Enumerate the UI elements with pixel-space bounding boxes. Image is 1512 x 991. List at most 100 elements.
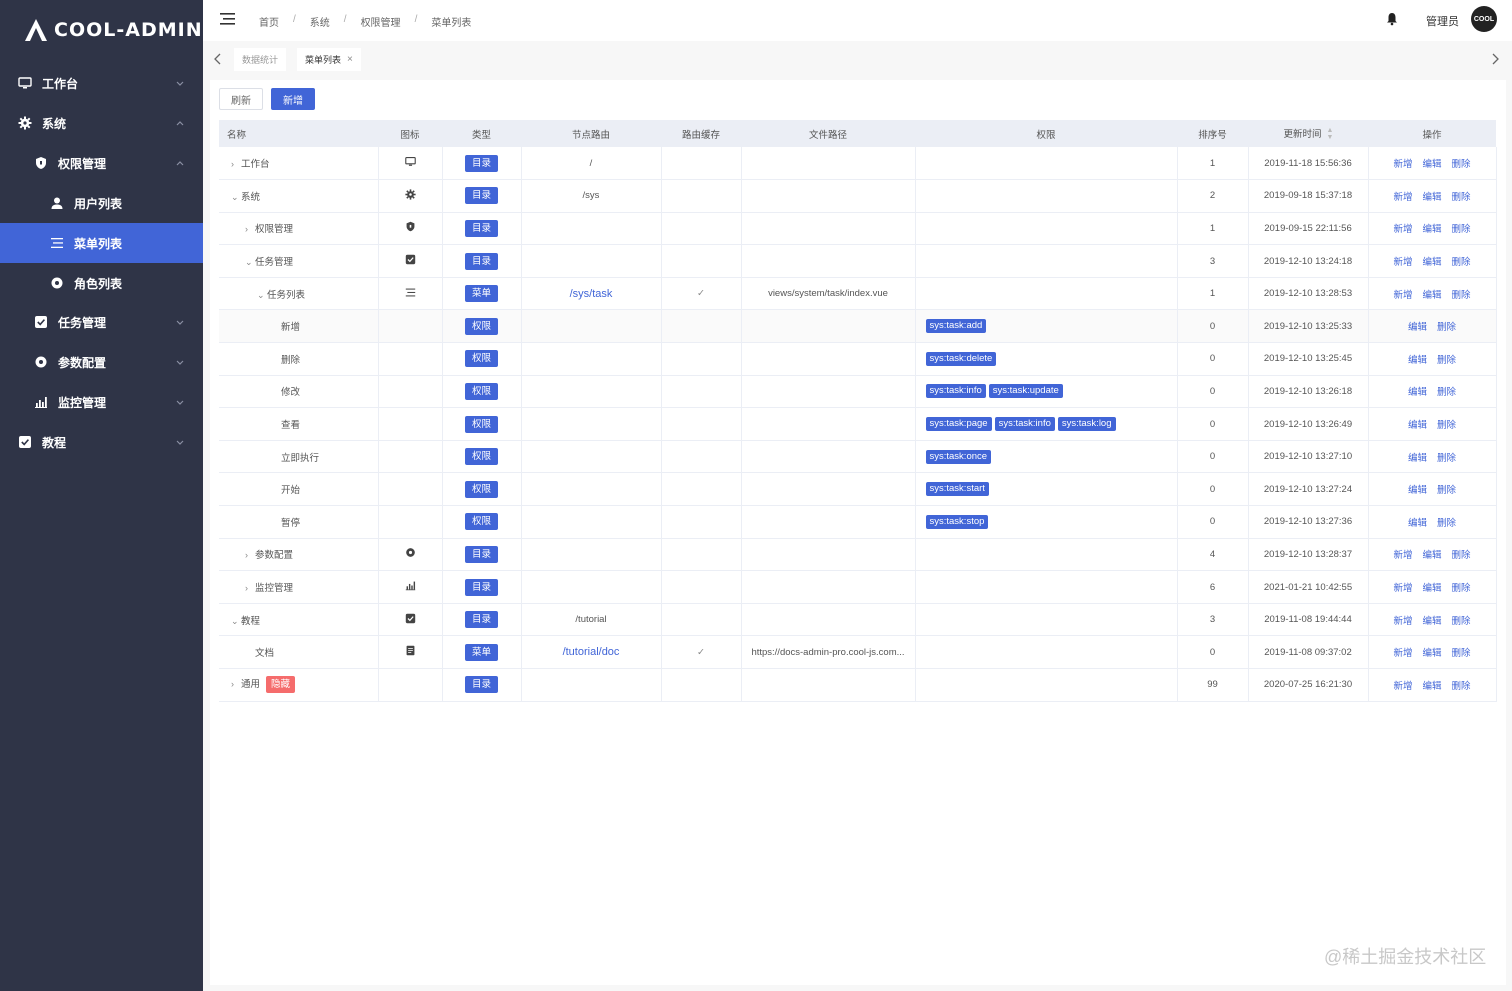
row-delete-button[interactable]: 删除	[1437, 387, 1456, 398]
row-edit-button[interactable]: 编辑	[1408, 485, 1427, 496]
table-row[interactable]: 删除 权限 sys:task:delete 0 2019-12-10 13:25:45 编…	[219, 342, 1497, 376]
row-edit-button[interactable]: 编辑	[1408, 453, 1427, 464]
row-add-button[interactable]: 新增	[1393, 224, 1412, 235]
row-edit-button[interactable]: 编辑	[1422, 192, 1441, 203]
chevron-down-icon[interactable]: ⌄	[257, 290, 267, 301]
row-add-button[interactable]: 新增	[1393, 192, 1412, 203]
hamburger-icon[interactable]	[220, 12, 236, 26]
row-edit-button[interactable]: 编辑	[1422, 257, 1441, 268]
chevron-down-icon[interactable]: ⌄	[245, 257, 255, 268]
row-delete-button[interactable]: 删除	[1452, 224, 1471, 235]
avatar[interactable]: COOL	[1471, 6, 1497, 32]
sidebar-item-7[interactable]: 参数配置	[0, 342, 203, 382]
row-edit-button[interactable]: 编辑	[1422, 290, 1441, 301]
row-delete-button[interactable]: 删除	[1452, 681, 1471, 692]
row-delete-button[interactable]: 删除	[1437, 355, 1456, 366]
row-add-button[interactable]: 新增	[1393, 550, 1412, 561]
row-delete-button[interactable]: 删除	[1437, 453, 1456, 464]
chevron-down-icon[interactable]: ⌄	[231, 616, 241, 627]
tab-menu-list[interactable]: 菜单列表 ×	[297, 48, 361, 71]
table-row[interactable]: 修改 权限 sys:task:info sys:task:update 0 2019-12…	[219, 375, 1497, 409]
table-row[interactable]: › 通用 隐藏 目录 99 2020-07-25 16:21:30 新增 编辑 删除	[219, 668, 1497, 702]
row-delete-button[interactable]: 删除	[1437, 518, 1456, 529]
row-add-button[interactable]: 新增	[1393, 257, 1412, 268]
row-edit-button[interactable]: 编辑	[1408, 387, 1427, 398]
table-row[interactable]: ⌄ 系统 目录/sys 2 2019-09-18 15:37:18 新增 编辑 删除	[219, 179, 1497, 213]
row-add-button[interactable]: 新增	[1393, 159, 1412, 170]
route-link[interactable]: /tutorial/doc	[563, 646, 620, 658]
sidebar-item-9[interactable]: 教程	[0, 422, 203, 462]
sidebar-item-1[interactable]: 系统	[0, 103, 203, 143]
row-add-button[interactable]: 新增	[1393, 290, 1412, 301]
row-delete-button[interactable]: 删除	[1452, 550, 1471, 561]
row-edit-button[interactable]: 编辑	[1422, 681, 1441, 692]
chevron-right-icon[interactable]	[1490, 53, 1500, 65]
table-row[interactable]: 立即执行 权限 sys:task:once 0 2019-12-10 13:27:10 编…	[219, 440, 1497, 474]
table-row[interactable]: 开始 权限 sys:task:start 0 2019-12-10 13:27:24 编辑…	[219, 472, 1497, 507]
sidebar-item-4[interactable]: 菜单列表	[0, 223, 203, 263]
breadcrumb-item[interactable]: 首页	[259, 14, 279, 29]
row-delete-button[interactable]: 删除	[1437, 485, 1456, 496]
sidebar-item-5[interactable]: 角色列表	[0, 263, 203, 303]
row-delete-button[interactable]: 删除	[1452, 648, 1471, 659]
row-edit-button[interactable]: 编辑	[1422, 224, 1441, 235]
table-row[interactable]: › 监控管理 目录 6 2021-01-21 10:42:55 新增 编辑 删除	[219, 570, 1497, 604]
row-edit-button[interactable]: 编辑	[1422, 550, 1441, 561]
row-delete-button[interactable]: 删除	[1452, 257, 1471, 268]
row-delete-button[interactable]: 删除	[1452, 583, 1471, 594]
column-header-time[interactable]: 更新时间 ▲ ▼	[1248, 120, 1368, 147]
table-row[interactable]: › 参数配置 目录 4 2019-12-10 13:28:37 新增 编辑 删除	[219, 538, 1497, 572]
row-edit-button[interactable]: 编辑	[1408, 322, 1427, 333]
table-row[interactable]: ⌄ 任务管理 目录 3 2019-12-10 13:24:18 新增 编辑 删除	[219, 244, 1497, 278]
row-add-button[interactable]: 新增	[1393, 681, 1412, 692]
logo[interactable]: COOL-ADMIN	[0, 0, 203, 60]
chevron-right-icon[interactable]: ›	[231, 679, 241, 689]
chevron-down-icon[interactable]: ⌄	[231, 192, 241, 203]
route-link[interactable]: /sys/task	[570, 288, 613, 300]
row-add-button[interactable]: 新增	[1393, 648, 1412, 659]
bell-icon[interactable]	[1385, 12, 1399, 26]
table-row[interactable]: › 权限管理 目录 1 2019-09-15 22:11:56 新增 编辑 删除	[219, 212, 1497, 246]
table-row[interactable]: 查看 权限 sys:task:page sys:task:info sys:task:l…	[219, 407, 1497, 441]
sort-icon[interactable]: ▲ ▼	[1327, 127, 1334, 141]
row-edit-button[interactable]: 编辑	[1422, 648, 1441, 659]
row-edit-button[interactable]: 编辑	[1422, 583, 1441, 594]
table-row[interactable]: 新增 权限 sys:task:add 0 2019-12-10 13:25:33 编辑 删除	[219, 309, 1497, 344]
sidebar-item-3[interactable]: 用户列表	[0, 183, 203, 223]
add-button[interactable]: 新增	[271, 88, 315, 110]
tab-data-stats[interactable]: 数据统计	[234, 48, 287, 71]
row-add-button[interactable]: 新增	[1393, 616, 1412, 627]
row-delete-button[interactable]: 删除	[1452, 616, 1471, 627]
cell-sort: 3	[1177, 244, 1249, 278]
table-row[interactable]: ⌄ 教程 目录/tutorial 3 2019-11-08 19:44:44 新增 编辑 删除	[219, 603, 1497, 637]
row-edit-button[interactable]: 编辑	[1408, 420, 1427, 431]
chevron-right-icon[interactable]: ›	[231, 159, 241, 169]
row-edit-button[interactable]: 编辑	[1408, 518, 1427, 529]
table-row[interactable]: 文档 菜单/tutorial/doc ✓ https://docs-admin-pro…	[219, 635, 1497, 669]
sidebar-item-0[interactable]: 工作台	[0, 63, 203, 103]
table-row[interactable]: 暂停 权限 sys:task:stop 0 2019-12-10 13:27:36 编辑删…	[219, 505, 1497, 539]
table-row[interactable]: ⌄ 任务列表 菜单/sys/task ✓ views/system/task/index…	[219, 277, 1497, 311]
sidebar-item-6[interactable]: 任务管理	[0, 302, 203, 342]
table-row[interactable]: › 工作台 目录/1 2019-11-18 15:56:36 新增 编辑 删除	[219, 147, 1497, 181]
close-icon[interactable]: ×	[347, 54, 353, 65]
row-delete-button[interactable]: 删除	[1452, 192, 1471, 203]
refresh-button[interactable]: 刷新	[219, 88, 263, 110]
row-add-button[interactable]: 新增	[1393, 583, 1412, 594]
sidebar-item-2[interactable]: 权限管理	[0, 143, 203, 183]
row-delete-button[interactable]: 删除	[1437, 322, 1456, 333]
row-edit-button[interactable]: 编辑	[1408, 355, 1427, 366]
row-delete-button[interactable]: 删除	[1452, 159, 1471, 170]
chevron-left-icon[interactable]	[213, 53, 223, 65]
chevron-right-icon[interactable]: ›	[245, 550, 255, 560]
username[interactable]: 管理员	[1426, 13, 1459, 29]
row-delete-button[interactable]: 删除	[1452, 290, 1471, 301]
row-delete-button[interactable]: 删除	[1437, 420, 1456, 431]
chevron-right-icon[interactable]: ›	[245, 583, 255, 593]
row-edit-button[interactable]: 编辑	[1422, 159, 1441, 170]
chevron-right-icon[interactable]: ›	[245, 224, 255, 234]
breadcrumb-item[interactable]: 权限管理	[361, 14, 401, 29]
breadcrumb-item[interactable]: 系统	[310, 14, 330, 29]
row-edit-button[interactable]: 编辑	[1422, 616, 1441, 627]
sidebar-item-8[interactable]: 监控管理	[0, 382, 203, 422]
